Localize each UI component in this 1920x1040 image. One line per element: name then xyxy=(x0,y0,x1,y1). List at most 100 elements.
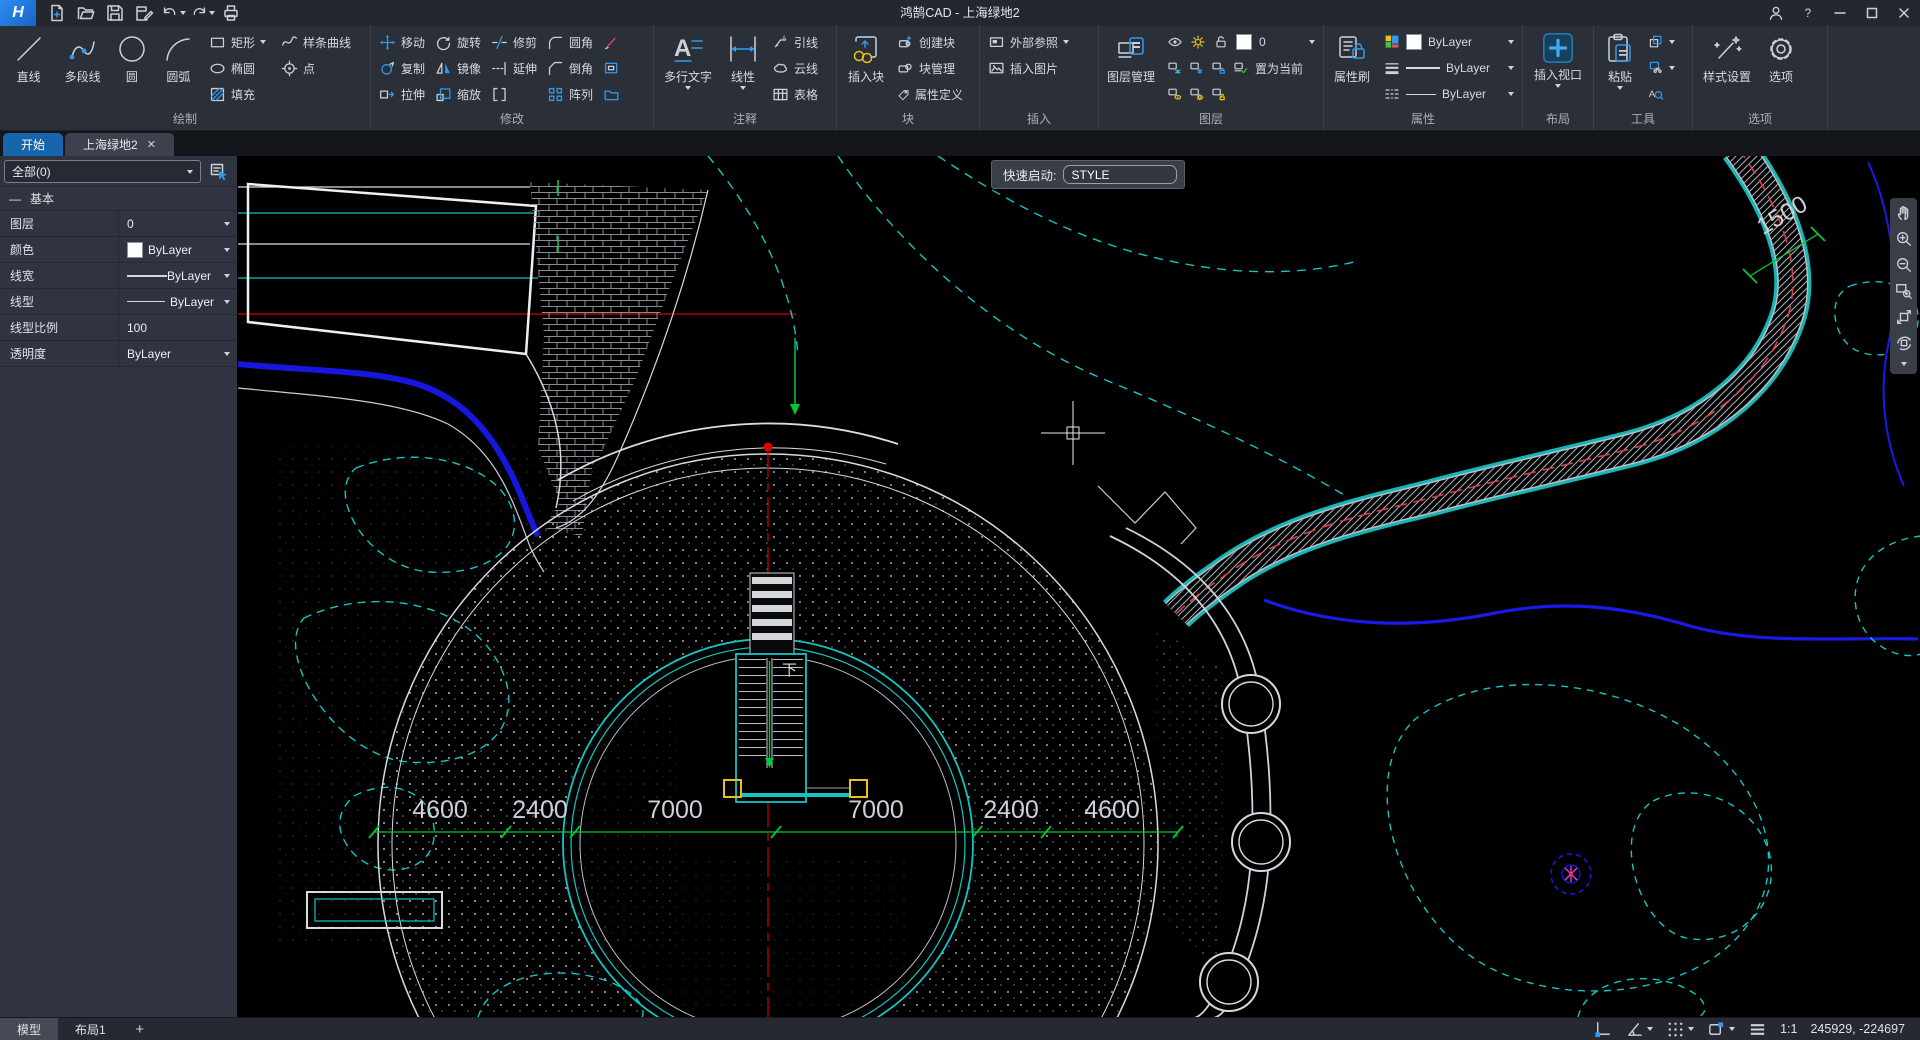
rotate-button[interactable]: 旋转 xyxy=(430,29,486,55)
open-file-button[interactable] xyxy=(73,2,99,24)
object-select-button[interactable] xyxy=(598,55,628,81)
copy-button[interactable]: 复制 xyxy=(374,55,430,81)
add-layout-button[interactable]: + xyxy=(123,1021,157,1038)
drawing-canvas[interactable]: 1500 xyxy=(238,156,1920,1017)
set-current-layer-icon[interactable] xyxy=(1233,60,1249,76)
lineweight-control[interactable]: ByLayer xyxy=(1379,55,1519,81)
maximize-button[interactable] xyxy=(1856,0,1888,26)
osnap-toggle[interactable] xyxy=(1707,1020,1735,1039)
insert-viewport-button[interactable]: 插入视口 xyxy=(1529,29,1587,111)
account-button[interactable] xyxy=(1760,0,1792,26)
scale-button[interactable]: 缩放 xyxy=(430,81,486,107)
transparency-value-dropdown[interactable]: ByLayer xyxy=(118,341,237,366)
print-button[interactable] xyxy=(218,2,244,24)
trim-button[interactable]: 修剪 xyxy=(486,29,542,55)
color-control[interactable]: ByLayer xyxy=(1379,29,1519,55)
break-button[interactable] xyxy=(486,81,542,107)
group-button[interactable] xyxy=(598,81,628,107)
mirror-button[interactable]: 镜像 xyxy=(430,55,486,81)
ltscale-value-field[interactable]: 100 xyxy=(118,315,237,340)
help-button[interactable]: ? xyxy=(1792,0,1824,26)
app-logo[interactable]: H xyxy=(0,0,36,26)
section-basic[interactable]: —基本 xyxy=(0,186,237,211)
orbit-button[interactable] xyxy=(1892,331,1916,355)
block-manage-button[interactable]: 块管理 xyxy=(892,55,968,81)
layer-thaw-sun-icon[interactable] xyxy=(1189,86,1205,102)
minimize-button[interactable] xyxy=(1824,0,1856,26)
spline-button[interactable]: 样条曲线 xyxy=(276,29,367,55)
layer-lock-toggle-icon[interactable] xyxy=(1211,60,1227,76)
move-button[interactable]: 移动 xyxy=(374,29,430,55)
close-button[interactable] xyxy=(1888,0,1920,26)
fillet-button[interactable]: 圆角 xyxy=(542,29,598,55)
layer-freeze-toggle-icon[interactable] xyxy=(1189,60,1205,76)
insert-image-button[interactable]: 插入图片 xyxy=(983,55,1087,81)
tab-start[interactable]: 开始 xyxy=(3,133,63,156)
table-button[interactable]: 表格 xyxy=(767,81,827,107)
leader-button[interactable]: A引线 xyxy=(767,29,827,55)
nav-more-button[interactable] xyxy=(1892,357,1916,371)
layer-unlock-toggle-icon[interactable] xyxy=(1211,86,1227,102)
hatch-button[interactable]: 填充 xyxy=(204,81,276,107)
layer-manager-button[interactable]: 图层管理 xyxy=(1102,29,1160,111)
erase-button[interactable] xyxy=(598,29,628,55)
zoom-extents-button[interactable] xyxy=(1892,305,1916,329)
pan-button[interactable] xyxy=(1892,201,1916,225)
zoom-in-button[interactable] xyxy=(1892,227,1916,251)
color-value-dropdown[interactable]: ByLayer xyxy=(118,237,237,262)
layer-walk-eye-icon[interactable] xyxy=(1167,86,1183,102)
find-button[interactable]: A xyxy=(1643,81,1683,107)
quick-select-button[interactable] xyxy=(205,160,233,183)
save-button[interactable] xyxy=(102,2,128,24)
attribute-define-button[interactable]: 属性定义 xyxy=(892,81,968,107)
save-as-button[interactable] xyxy=(131,2,157,24)
linetype-control[interactable]: ByLayer xyxy=(1379,81,1519,107)
tab-close-icon[interactable]: ✕ xyxy=(147,138,156,151)
layout1-tab[interactable]: 布局1 xyxy=(58,1018,123,1040)
create-block-button[interactable]: 创建块 xyxy=(892,29,968,55)
polyline-button[interactable]: 多段线 xyxy=(54,29,111,111)
arc-button[interactable]: 圆弧 xyxy=(153,29,204,111)
layer-dropdown-row[interactable]: 0 xyxy=(1162,29,1320,55)
match-properties-button[interactable]: 属性刷 xyxy=(1327,29,1377,111)
tab-document[interactable]: 上海绿地2✕ xyxy=(65,133,174,156)
cut-clip-button[interactable] xyxy=(1643,55,1683,81)
copy-clip-button[interactable] xyxy=(1643,29,1683,55)
insert-block-button[interactable]: 插入块 xyxy=(840,29,892,111)
status-menu-button[interactable] xyxy=(1748,1020,1767,1039)
array-button[interactable]: 阵列 xyxy=(542,81,598,107)
extend-button[interactable]: 延伸 xyxy=(486,55,542,81)
model-tab[interactable]: 模型 xyxy=(0,1018,58,1040)
new-file-button[interactable] xyxy=(44,2,70,24)
quick-launch-input[interactable] xyxy=(1063,165,1177,184)
chamfer-button[interactable]: 倒角 xyxy=(542,55,598,81)
revision-cloud-button[interactable]: 云线 xyxy=(767,55,827,81)
options-button[interactable]: 选项 xyxy=(1758,29,1804,111)
circle-button[interactable]: 圆 xyxy=(111,29,153,111)
linetype-value-dropdown[interactable]: ByLayer xyxy=(118,289,237,314)
layer-off-toggle-icon[interactable] xyxy=(1167,60,1183,76)
scale-indicator[interactable]: 1:1 xyxy=(1780,1022,1797,1036)
style-settings-button[interactable]: 样式设置 xyxy=(1696,29,1758,111)
snap-grid-toggle[interactable] xyxy=(1666,1020,1694,1039)
dim-linear-button[interactable]: 线性 xyxy=(719,29,767,111)
xref-button[interactable]: 外部参照 xyxy=(983,29,1087,55)
ortho-toggle[interactable] xyxy=(1593,1020,1612,1039)
layer-value-dropdown[interactable]: 0 xyxy=(118,211,237,236)
point-button[interactable]: 点 xyxy=(276,55,367,81)
rectangle-button[interactable]: 矩形 xyxy=(204,29,276,55)
xref-icon xyxy=(988,34,1005,51)
stretch-button[interactable]: 拉伸 xyxy=(374,81,430,107)
set-current-label[interactable]: 置为当前 xyxy=(1255,60,1303,77)
undo-button[interactable] xyxy=(160,2,186,24)
line-button[interactable]: 直线 xyxy=(3,29,54,111)
polar-tracking-toggle[interactable] xyxy=(1625,1020,1653,1039)
paste-button[interactable]: 粘贴 xyxy=(1597,29,1643,111)
zoom-window-button[interactable] xyxy=(1892,279,1916,303)
ellipse-button[interactable]: 椭圆 xyxy=(204,55,276,81)
selection-filter-dropdown[interactable]: 全部(0) xyxy=(4,160,201,183)
lineweight-value-dropdown[interactable]: ByLayer xyxy=(118,263,237,288)
zoom-out-button[interactable] xyxy=(1892,253,1916,277)
redo-button[interactable] xyxy=(189,2,215,24)
mtext-button[interactable]: A多行文字 xyxy=(657,29,719,111)
